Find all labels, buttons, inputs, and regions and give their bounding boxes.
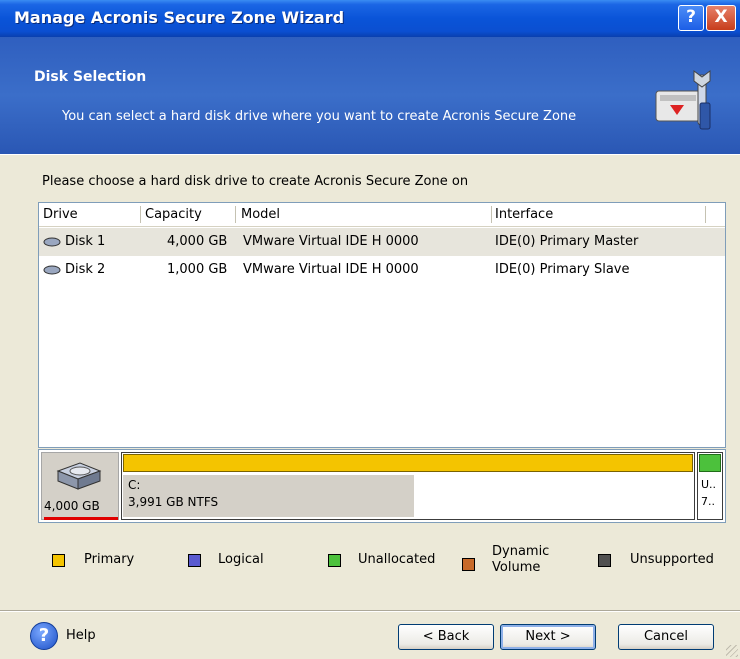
legend-swatch: [598, 554, 611, 567]
help-button[interactable]: ? Help: [30, 622, 110, 652]
legend-swatch: [462, 558, 475, 571]
help-label: Help: [66, 628, 96, 643]
partition-letter: C:: [128, 478, 141, 492]
column-divider[interactable]: [235, 206, 236, 223]
legend-label: Unsupported: [630, 552, 714, 567]
legend-label: Dynamic Volume: [492, 544, 550, 575]
list-header: Drive Capacity Model Interface: [39, 203, 725, 227]
disk-summary[interactable]: 4,000 GB: [41, 452, 119, 520]
partition-c[interactable]: C: 3,991 GB NTFS: [121, 452, 695, 520]
question-icon: ?: [686, 7, 696, 27]
legend-swatch: [52, 554, 65, 567]
drive-capacity: 4,000 GB: [167, 234, 228, 249]
hard-disk-icon: [43, 237, 61, 247]
table-row-disk2[interactable]: Disk 2 1,000 GB VMware Virtual IDE H 000…: [39, 256, 725, 284]
unallocated-label: U..: [701, 478, 717, 491]
legend-swatch: [188, 554, 201, 567]
close-icon: X: [714, 7, 728, 27]
resize-grip[interactable]: [726, 645, 738, 657]
unallocated-size: 7..: [701, 495, 715, 508]
column-divider[interactable]: [140, 206, 141, 223]
step-title: Disk Selection: [34, 69, 147, 85]
column-header-model[interactable]: Model: [241, 207, 280, 222]
wizard-body: Please choose a hard disk drive to creat…: [0, 156, 740, 659]
column-divider[interactable]: [491, 206, 492, 223]
close-button[interactable]: X: [706, 5, 736, 31]
legend-swatch: [328, 554, 341, 567]
footer-divider: [0, 610, 740, 612]
drive-interface: IDE(0) Primary Master: [495, 234, 639, 249]
unallocated-bar: [699, 454, 721, 472]
legend-label: Logical: [218, 552, 264, 567]
help-icon: ?: [30, 622, 58, 650]
partition-size: 3,991 GB NTFS: [128, 495, 219, 509]
table-row-disk1[interactable]: Disk 1 4,000 GB VMware Virtual IDE H 000…: [39, 228, 725, 256]
column-header-capacity[interactable]: Capacity: [145, 207, 202, 222]
back-button[interactable]: < Back: [398, 624, 494, 650]
legend-label: Unallocated: [358, 552, 436, 567]
legend-label: Primary: [84, 552, 135, 567]
next-button[interactable]: Next >: [500, 624, 596, 650]
drive-name: Disk 1: [65, 234, 106, 249]
help-title-button[interactable]: ?: [678, 5, 704, 31]
disk-capacity-label: 4,000 GB: [44, 499, 100, 513]
drive-model: VMware Virtual IDE H 0000: [243, 262, 419, 277]
disk-prompt: Please choose a hard disk drive to creat…: [42, 174, 469, 189]
hard-disk-icon: [43, 265, 61, 275]
window-title: Manage Acronis Secure Zone Wizard: [14, 8, 345, 27]
primary-partition-bar: [123, 454, 693, 472]
disk-layout-map: 4,000 GB C: 3,991 GB NTFS U.. 7..: [38, 449, 726, 523]
wizard-header: Disk Selection You can select a hard dis…: [0, 37, 740, 155]
selected-disk-underline: [44, 517, 118, 520]
drive-capacity: 1,000 GB: [167, 262, 228, 277]
hard-disk-icon: [56, 462, 102, 490]
drive-name: Disk 2: [65, 262, 106, 277]
cancel-button[interactable]: Cancel: [618, 624, 714, 650]
disk-tools-icon: [655, 70, 711, 130]
column-header-drive[interactable]: Drive: [43, 207, 78, 222]
drive-interface: IDE(0) Primary Slave: [495, 262, 630, 277]
column-header-interface[interactable]: Interface: [495, 207, 553, 222]
drive-model: VMware Virtual IDE H 0000: [243, 234, 419, 249]
unallocated-space[interactable]: U.. 7..: [697, 452, 723, 520]
title-bar: Manage Acronis Secure Zone Wizard ? X: [0, 0, 740, 37]
disk-list[interactable]: Drive Capacity Model Interface Disk 1 4,…: [38, 202, 726, 448]
column-divider[interactable]: [705, 206, 706, 223]
step-subtitle: You can select a hard disk drive where y…: [62, 109, 577, 124]
